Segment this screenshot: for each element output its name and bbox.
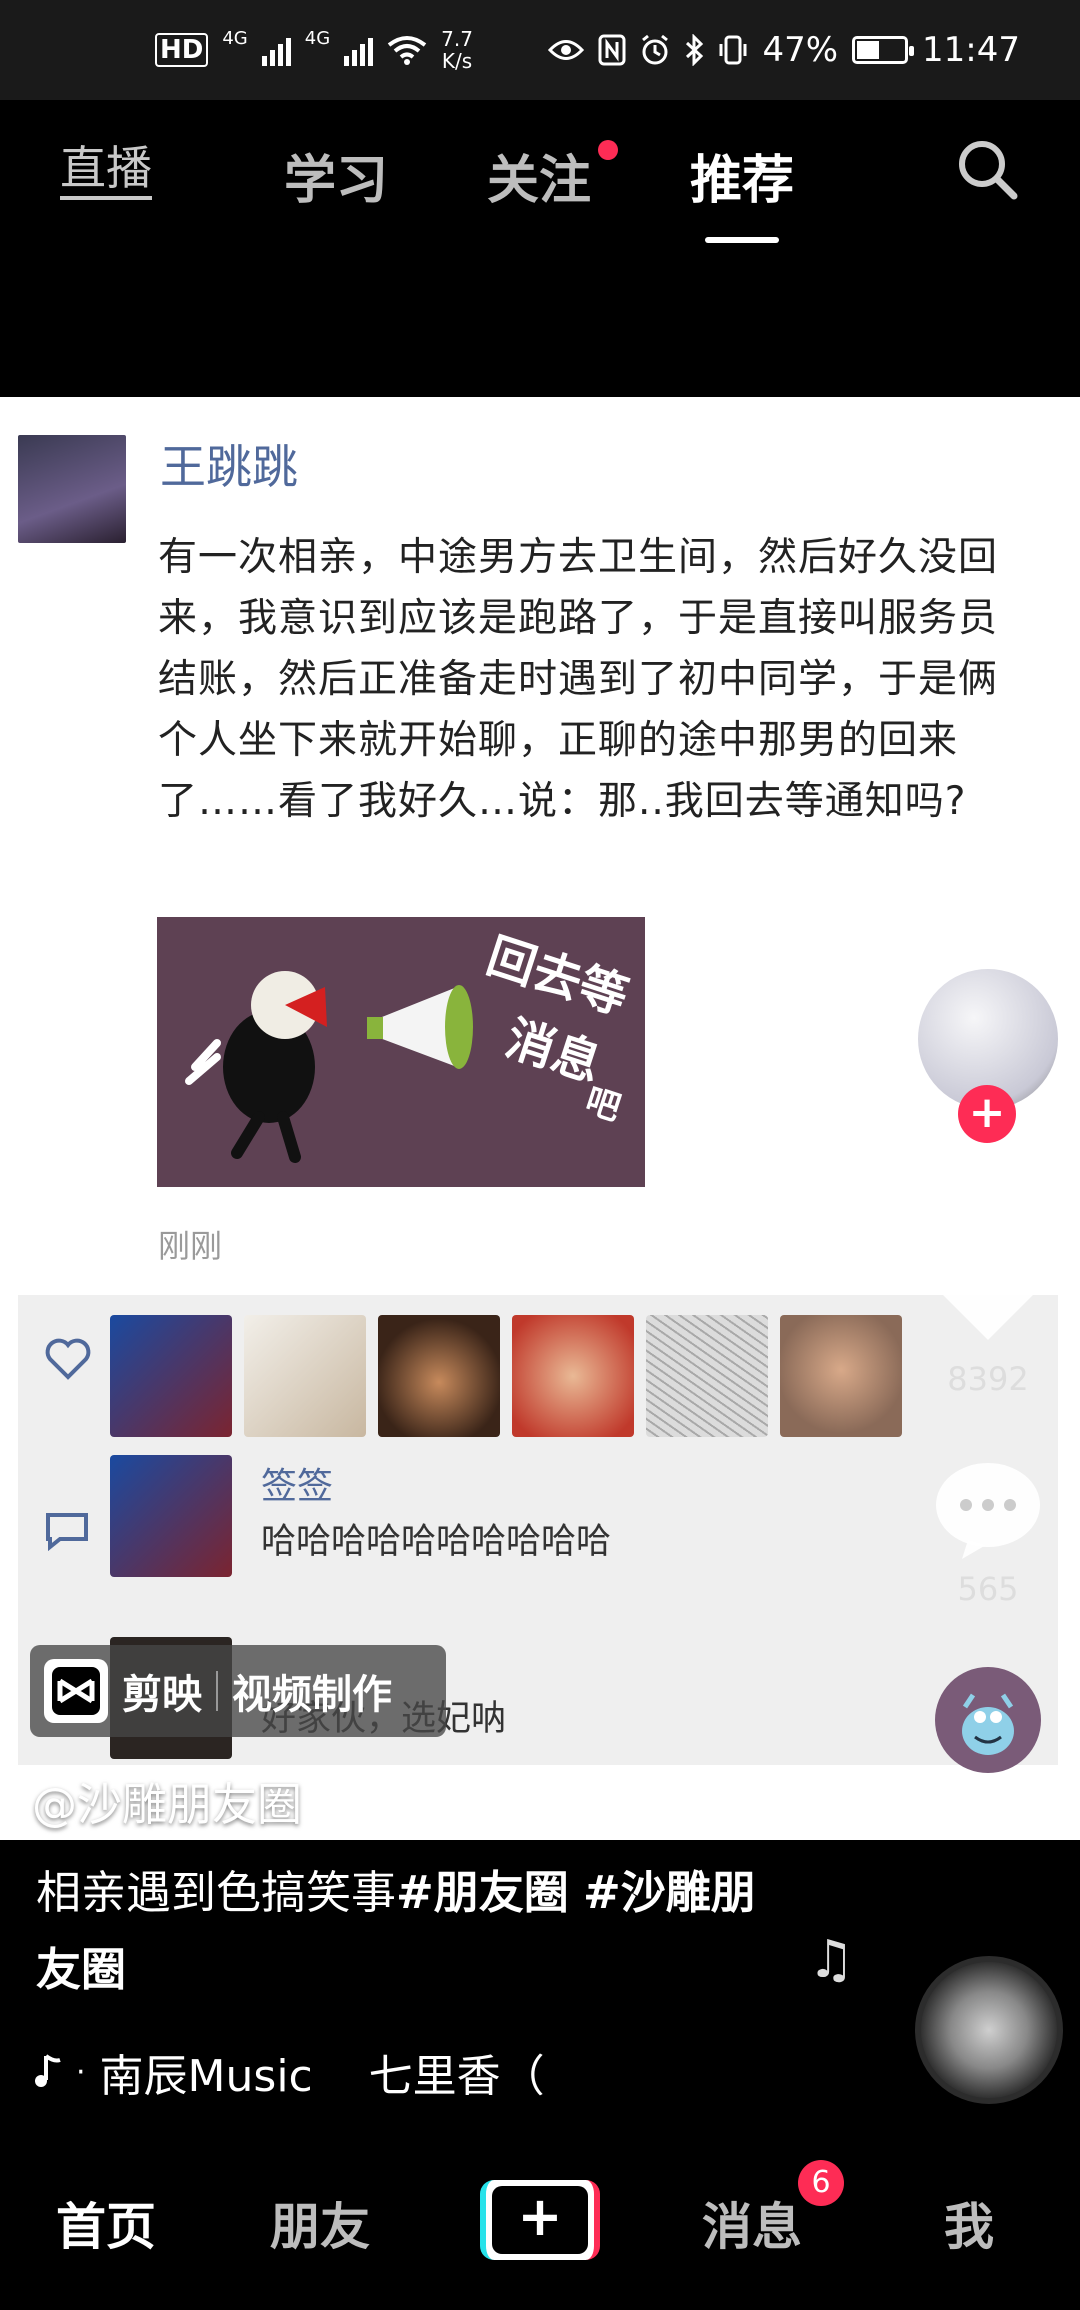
following-red-dot <box>598 140 618 160</box>
video-frame[interactable]: 王跳跳 有一次相亲，中途男方去卫生间，然后好久没回来，我意识到应该是跑路了，于是… <box>0 397 1080 1840</box>
shouting-man-illustration <box>185 971 327 1163</box>
post-image: 回去等 消息 吧 <box>157 917 645 1187</box>
hashtag-link[interactable]: #朋友圈 <box>396 1866 569 1919</box>
comment-icon[interactable] <box>928 1455 1048 1565</box>
video-watermark: @沙雕朋友圈 <box>32 1778 303 1831</box>
search-icon[interactable] <box>952 134 1024 206</box>
monster-icon <box>962 1693 1014 1755</box>
nfc-icon <box>598 34 626 66</box>
battery-percent: 47% <box>762 30 839 70</box>
create-button[interactable]: + <box>480 2180 600 2260</box>
clock: 11:47 <box>922 30 1020 70</box>
like-heart-icon[interactable] <box>928 1240 1048 1350</box>
caption-text: 相亲遇到色搞笑事 <box>36 1866 397 1919</box>
music-note-icon <box>35 2054 61 2087</box>
messages-badge: 6 <box>798 2160 844 2206</box>
music-info[interactable]: · 南辰Music 七里香（ <box>32 2040 545 2104</box>
poster-name: 王跳跳 <box>160 440 298 494</box>
heart-outline-icon <box>45 1338 91 1380</box>
alarm-icon <box>642 34 669 65</box>
net-speed-value: 7.7 <box>441 27 473 51</box>
status-left: HD 4G 4G 7.7 K/s <box>155 28 473 72</box>
liker-avatar <box>110 1315 232 1437</box>
tab-me[interactable]: 我 <box>944 2187 994 2259</box>
video-caption: 相亲遇到色搞笑事#朋友圈 #沙雕朋友圈 <box>36 1854 756 2008</box>
liker-avatar <box>646 1315 768 1437</box>
bluetooth-icon <box>686 34 704 66</box>
comment-count: 565 <box>957 1570 1019 1608</box>
battery-level-fill <box>857 41 879 59</box>
liker-avatar <box>780 1315 902 1437</box>
commenter-name: 签签 <box>261 1466 334 1507</box>
private-message-label[interactable]: 私信 <box>900 1777 1076 1823</box>
music-disc[interactable] <box>915 1956 1063 2104</box>
wifi-icon <box>387 36 427 65</box>
hd-indicator: HD <box>155 33 209 67</box>
post-text: 有一次相亲，中途男方去卫生间，然后好久没回来，我意识到应该是跑路了，于是直接叫服… <box>158 535 999 824</box>
capcut-label: 视频制作 <box>232 1672 392 1718</box>
tab-following[interactable]: 关注 <box>487 138 591 213</box>
capcut-tag[interactable]: 剪映 视频制作 <box>30 1645 446 1737</box>
post-time: 刚刚 <box>158 1227 223 1265</box>
signal-4g-label-1: 4G <box>222 28 248 49</box>
capcut-brand: 剪映 <box>122 1672 202 1718</box>
message-avatar[interactable] <box>935 1667 1041 1773</box>
tab-recommended[interactable]: 推荐 <box>690 138 794 243</box>
tab-messages[interactable]: 消息 <box>702 2187 802 2259</box>
like-count: 8392 <box>947 1360 1029 1398</box>
plus-icon: + <box>492 2186 588 2254</box>
status-bar: HD 4G 4G 7.7 K/s 47% 11:47 <box>0 0 1080 100</box>
floating-note-icon: ♫ <box>808 1930 855 1990</box>
tab-study[interactable]: 学习 <box>284 138 388 213</box>
signal-icon-1 <box>261 34 291 66</box>
liker-avatar <box>512 1315 634 1437</box>
music-title: 南辰Music 七里香（ <box>99 2051 545 2102</box>
tab-home[interactable]: 首页 <box>56 2187 156 2259</box>
capcut-logo-icon <box>44 1659 108 1723</box>
music-separator: · <box>76 2054 86 2090</box>
signal-4g-label-2: 4G <box>304 28 331 49</box>
bottom-tab-bar: 首页 朋友 + 消息 6 我 <box>0 2145 1080 2310</box>
live-button[interactable]: 直播 <box>60 140 152 200</box>
eye-icon <box>548 40 585 60</box>
capcut-divider <box>216 1671 218 1711</box>
status-right: 47% 11:47 <box>548 30 1020 70</box>
liker-avatar <box>244 1315 366 1437</box>
comment-bubble-icon <box>46 1513 88 1551</box>
poster-avatar <box>18 435 126 543</box>
net-speed-unit: K/s <box>441 49 473 73</box>
comment-text: 哈哈哈哈哈哈哈哈哈哈 <box>261 1522 612 1562</box>
top-nav: 直播 学习 关注 推荐 <box>0 100 1080 243</box>
vibrate-icon <box>719 35 747 65</box>
net-speed: 7.7 K/s <box>441 28 473 72</box>
battery-icon <box>852 36 915 64</box>
commenter-avatar <box>110 1455 232 1577</box>
follow-plus-button[interactable]: + <box>958 1085 1016 1143</box>
tab-friends[interactable]: 朋友 <box>270 2187 370 2259</box>
signal-icon-2 <box>344 34 374 66</box>
liker-avatar <box>378 1315 500 1437</box>
